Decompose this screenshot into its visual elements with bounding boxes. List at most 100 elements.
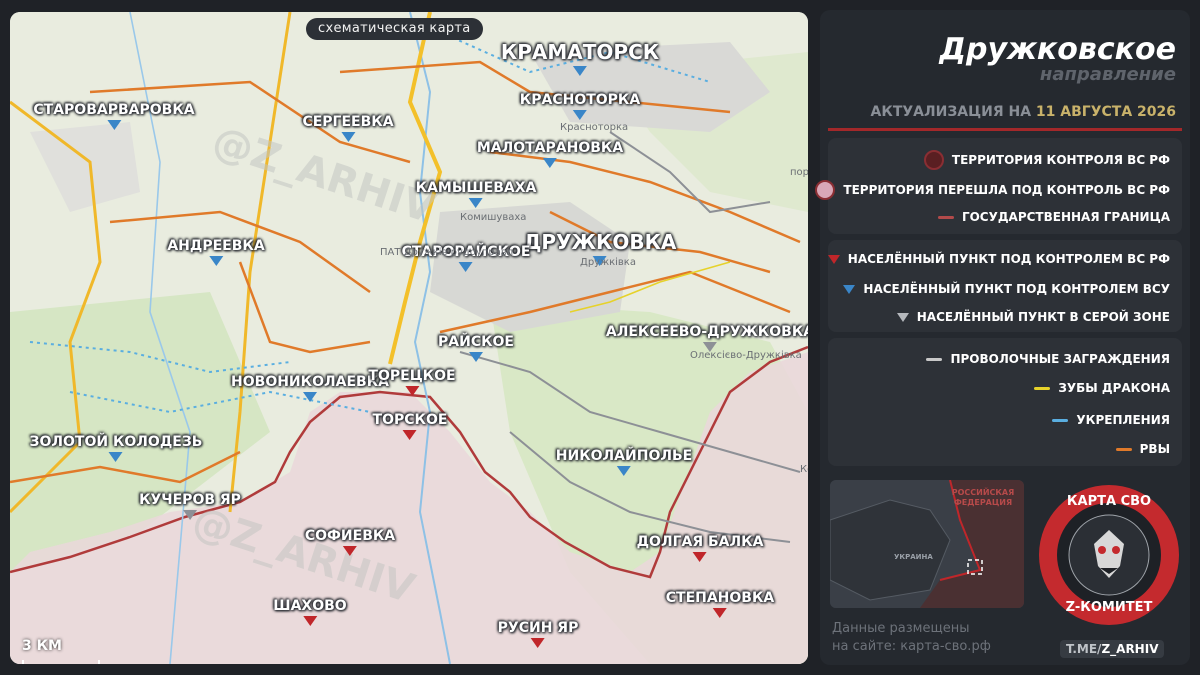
- legend-territory: ТЕРРИТОРИЯ КОНТРОЛЯ ВС РФ ТЕРРИТОРИЯ ПЕР…: [815, 138, 1182, 234]
- town-marker[interactable]: ШАХОВО: [273, 598, 347, 626]
- legend-fortification-row: ЗУБЫ ДРАКОНА: [1034, 381, 1170, 395]
- direction-subtitle: направление: [1039, 64, 1176, 85]
- town-name: РАЙСКОЕ: [438, 334, 514, 350]
- ua-town-triangle-icon: [458, 262, 473, 272]
- town-name: СТЕПАНОВКА: [665, 590, 775, 606]
- town-name: МАЛОТАРАНОВКА: [476, 140, 624, 156]
- grey-town-triangle-icon: [183, 510, 197, 520]
- town-marker[interactable]: ТОРСКОЕ: [372, 412, 448, 440]
- direction-title: Дружковское: [939, 32, 1176, 67]
- minimap-russia-label: РОССИЙСКАЯ ФЕДЕРАЦИЯ: [951, 488, 1015, 507]
- town-marker[interactable]: АЛЕКСЕЕВО-ДРУЖКОВКА: [606, 324, 808, 352]
- town-marker[interactable]: СТЕПАНОВКА: [665, 590, 775, 618]
- town-name: ЗОЛОТОЙ КОЛОДЕЗЬ: [29, 434, 203, 450]
- town-marker[interactable]: МАЛОТАРАНОВКА: [477, 140, 623, 168]
- town-name: АНДРЕЕВКА: [167, 238, 265, 254]
- update-date: АКТУАЛИЗАЦИЯ НА 11 АВГУСТА 2026: [871, 104, 1176, 120]
- town-name: ДОЛГАЯ БАЛКА: [636, 534, 764, 550]
- town-name: ТОРСКОЕ: [372, 412, 448, 428]
- scale-bar: [22, 660, 100, 664]
- fortification-icon: [1052, 418, 1069, 422]
- site-note-line2[interactable]: на сайте: карта-сво.рф: [832, 638, 991, 656]
- ua-town-icon: [843, 284, 856, 294]
- legend-fortification-row: РВЫ: [1115, 442, 1170, 456]
- recent-territory-icon: [815, 180, 836, 200]
- town-name: СОФИЕВКА: [304, 528, 396, 544]
- legend-territory-row: ТЕРРИТОРИЯ КОНТРОЛЯ ВС РФ: [923, 150, 1170, 170]
- site-note-line1: Данные размещены: [832, 621, 970, 636]
- ua-town-triangle-icon: [107, 120, 121, 130]
- town-name: ТОРЕЦКОЕ: [368, 368, 456, 384]
- town-marker[interactable]: АНДРЕЕВКА: [167, 238, 265, 266]
- map-underlay-label: Дружківка: [580, 257, 636, 268]
- town-name: АЛЕКСЕЕВО-ДРУЖКОВКА: [605, 324, 808, 340]
- town-marker[interactable]: СТАРОВАРВАРОВКА: [33, 102, 195, 130]
- site-note: Данные размещены на сайте: карта-сво.рф: [832, 620, 991, 656]
- ua-town-triangle-icon: [616, 466, 631, 476]
- ua-town-triangle-icon: [108, 452, 123, 462]
- town-marker[interactable]: СОФИЕВКА: [305, 528, 395, 556]
- telegram-prefix: T.ME/: [1066, 642, 1102, 656]
- legend-label: РВЫ: [1139, 442, 1170, 456]
- scale-label: 3 КМ: [22, 638, 62, 654]
- legend-label: ПРОВОЛОЧНЫЕ ЗАГРАЖДЕНИЯ: [950, 352, 1170, 366]
- town-name: НОВОНИКОЛАЕВКА: [231, 374, 389, 390]
- town-marker[interactable]: ЗОЛОТОЙ КОЛОДЕЗЬ: [29, 434, 203, 462]
- town-name: КУЧЕРОВ ЯР: [139, 492, 241, 508]
- town-marker[interactable]: КАМЫШЕВАХА: [415, 180, 537, 208]
- town-marker[interactable]: НОВОНИКОЛАЕВКА: [231, 374, 389, 402]
- town-name: КАМЫШЕВАХА: [415, 180, 537, 196]
- ua-town-triangle-icon: [302, 392, 317, 402]
- legend-label: НАСЕЛЁННЫЙ ПУНКТ ПОД КОНТРОЛЕМ ВС РФ: [847, 252, 1170, 266]
- ua-town-triangle-icon: [208, 256, 223, 266]
- town-name: КРАМАТОРСК: [500, 40, 660, 64]
- town-name: НИКОЛАЙПОЛЬЕ: [555, 448, 693, 464]
- rf-territory-icon: [923, 150, 944, 170]
- wire-obstacle-icon: [926, 357, 943, 361]
- map-underlay-label: ПАТ Дружків рудоуправл: [380, 247, 514, 258]
- legend-settlement-row: НАСЕЛЁННЫЙ ПУНКТ ПОД КОНТРОЛЕМ ВСУ: [843, 282, 1170, 296]
- legend-territory-row: ГОСУДАРСТВЕННАЯ ГРАНИЦА: [937, 210, 1170, 224]
- rf-town-triangle-icon: [403, 430, 417, 440]
- ua-town-triangle-icon: [469, 198, 483, 208]
- ua-town-triangle-icon: [469, 352, 483, 362]
- town-marker[interactable]: СЕРГЕЕВКА: [302, 114, 394, 142]
- legend-fortification-row: ПРОВОЛОЧНЫЕ ЗАГРАЖДЕНИЯ: [926, 352, 1170, 366]
- telegram-link[interactable]: T.ME/Z_ARHIV: [1060, 640, 1165, 658]
- town-marker[interactable]: КУЧЕРОВ ЯР: [139, 492, 241, 520]
- town-name: СТАРОВАРВАРОВКА: [33, 102, 195, 118]
- town-marker[interactable]: НИКОЛАЙПОЛЬЕ: [556, 448, 692, 476]
- town-marker[interactable]: РУСИН ЯР: [497, 620, 579, 648]
- rf-town-triangle-icon: [404, 386, 419, 396]
- legend-settlement-row: НАСЕЛЁННЫЙ ПУНКТ В СЕРОЙ ЗОНЕ: [896, 310, 1170, 324]
- map-area[interactable]: @Z_ARHIV @Z_ARHIV схематическая карта КР…: [10, 12, 808, 664]
- legend-label: НАСЕЛЁННЫЙ ПУНКТ В СЕРОЙ ЗОНЕ: [916, 310, 1170, 324]
- legend-label: НАСЕЛЁННЫЙ ПУНКТ ПОД КОНТРОЛЕМ ВСУ: [863, 282, 1170, 296]
- rf-town-triangle-icon: [692, 552, 707, 562]
- town-name: СЕРГЕЕВКА: [302, 114, 394, 130]
- town-marker[interactable]: РАЙСКОЕ: [438, 334, 514, 362]
- map-underlay-label: пор: [790, 167, 808, 178]
- town-name: РУСИН ЯР: [497, 620, 579, 636]
- update-date-value: 11 АВГУСТА 2026: [1035, 104, 1176, 120]
- map-underlay-label: Кост: [800, 464, 808, 475]
- town-name: ШАХОВО: [273, 598, 347, 614]
- town-marker[interactable]: КРАМАТОРСК: [501, 40, 659, 76]
- legend-label: ТЕРРИТОРИЯ ПЕРЕШЛА ПОД КОНТРОЛЬ ВС РФ: [843, 183, 1170, 197]
- ua-town-triangle-icon: [572, 66, 587, 76]
- grey-zone-town-icon: [896, 312, 909, 322]
- legend-fortifications: ПРОВОЛОЧНЫЕ ЗАГРАЖДЕНИЯ ЗУБЫ ДРАКОНА УКР…: [828, 338, 1182, 466]
- overview-minimap: РОССИЙСКАЯ ФЕДЕРАЦИЯ УКРАИНА: [830, 480, 1024, 608]
- legend-settlement-row: НАСЕЛЁННЫЙ ПУНКТ ПОД КОНТРОЛЕМ ВС РФ: [827, 252, 1170, 266]
- town-marker[interactable]: КРАСНОТОРКА: [520, 92, 640, 120]
- ditch-icon: [1115, 447, 1132, 451]
- rf-town-icon: [827, 254, 840, 264]
- rf-town-triangle-icon: [342, 546, 357, 556]
- legend-fortification-row: УКРЕПЛЕНИЯ: [1052, 413, 1170, 427]
- rf-town-triangle-icon: [712, 608, 727, 618]
- town-marker[interactable]: ДОЛГАЯ БАЛКА: [636, 534, 764, 562]
- emblem-bottom-text: Z-КОМИТЕТ: [1065, 600, 1153, 615]
- ua-town-triangle-icon: [340, 132, 355, 142]
- legend-label: ЗУБЫ ДРАКОНА: [1058, 381, 1170, 395]
- town-marker[interactable]: ТОРЕЦКОЕ: [368, 368, 456, 396]
